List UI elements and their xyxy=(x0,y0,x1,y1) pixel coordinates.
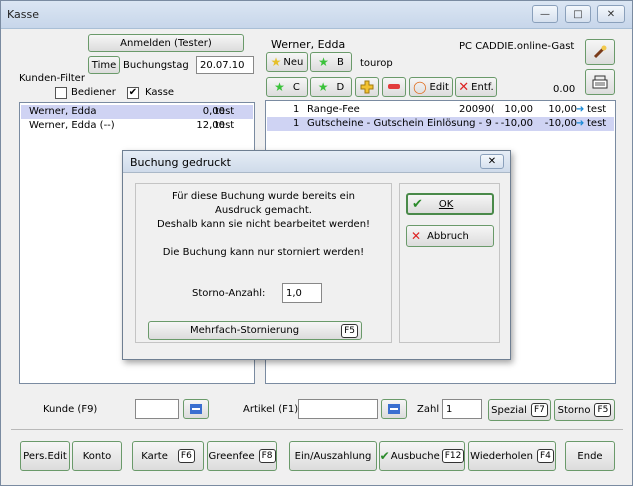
customer-user: test xyxy=(215,120,235,131)
dialog-actions-panel: ✔ OK ✕ Abbruch xyxy=(399,183,500,343)
delete-button[interactable]: ✕ Entf. xyxy=(455,77,497,97)
storno-count-label: Storno-Anzahl: xyxy=(192,288,266,299)
bediener-label: Bediener xyxy=(71,87,116,98)
customer-name: Werner, Edda (--) xyxy=(29,120,115,131)
message-line: Ausdruck gemacht. xyxy=(215,205,312,216)
artikel-label: Artikel (F1) xyxy=(243,404,299,415)
customer-filter-label: Kunden-Filter xyxy=(19,73,85,84)
kasse-checkbox[interactable]: ✔ xyxy=(127,87,139,99)
window-title: Kasse xyxy=(7,8,39,21)
minimize-icon: — xyxy=(540,8,550,20)
customer-row[interactable]: Werner, Edda (--) 12,00 test xyxy=(21,119,253,133)
system-name: PC CADDIE.online-Gast xyxy=(459,41,575,52)
arrow-right-icon: ➜ xyxy=(576,104,585,115)
checkmark-icon: ✔ xyxy=(379,449,390,463)
konto-button[interactable]: Konto xyxy=(72,441,122,471)
abbruch-button[interactable]: ✕ Abbruch xyxy=(406,225,494,247)
storno-count-input[interactable]: 1,0 xyxy=(282,283,322,303)
zahl-label: Zahl xyxy=(417,404,440,415)
kasse-label: Kasse xyxy=(145,87,175,98)
spezial-button[interactable]: Spezial F7 xyxy=(488,399,551,421)
kunde-input[interactable] xyxy=(135,399,179,419)
pers-edit-button[interactable]: Pers.Edit xyxy=(20,441,70,471)
close-icon: ✕ xyxy=(487,156,497,167)
c-button[interactable]: ★ C xyxy=(266,77,308,97)
bediener-checkbox[interactable] xyxy=(55,87,67,99)
message-line: Deshalb kann sie nicht bearbeitet werden… xyxy=(156,219,371,230)
minimize-button[interactable]: — xyxy=(532,5,558,23)
close-button[interactable]: ✕ xyxy=(597,5,625,23)
artikel-input[interactable] xyxy=(298,399,378,419)
x-delete-icon: ✕ xyxy=(458,79,470,95)
edit-circle-icon: ◯ xyxy=(413,80,427,94)
wand-button[interactable] xyxy=(585,39,615,65)
customer-row[interactable]: Werner, Edda 0,00 test xyxy=(21,105,253,119)
message-line: Für diese Buchung wurde bereits ein xyxy=(172,191,355,202)
mehrfach-stornierung-button[interactable]: Mehrfach-Stornierung F5 xyxy=(148,321,362,340)
title-bar: Kasse — □ ✕ xyxy=(1,1,632,29)
maximize-button[interactable]: □ xyxy=(565,5,591,23)
star-icon: ★ xyxy=(270,55,282,69)
maximize-icon: □ xyxy=(573,8,583,20)
booking-row[interactable]: 1 Gutscheine - Gutschein Einlösung - 9 -… xyxy=(267,117,614,131)
login-button[interactable]: Anmelden (Tester) xyxy=(88,34,244,52)
storno-button[interactable]: Storno F5 xyxy=(554,399,615,421)
ok-button[interactable]: ✔ OK xyxy=(406,193,494,215)
total-amount: 0.00 xyxy=(553,84,576,95)
plus-icon xyxy=(360,80,374,94)
dialog-message-panel: Für diese Buchung wurde bereits ein Ausd… xyxy=(135,183,392,343)
star-icon: ★ xyxy=(318,55,329,69)
ein-auszahlung-button[interactable]: Ein/Auszahlung xyxy=(289,441,377,471)
greenfee-button[interactable]: Greenfee F8 xyxy=(207,441,277,471)
checkmark-icon: ✔ xyxy=(412,196,423,212)
current-customer-name: Werner, Edda xyxy=(271,38,346,51)
neu-button[interactable]: ★ Neu xyxy=(266,52,308,72)
booking-day-label: Buchungstag xyxy=(123,60,189,71)
minus-icon xyxy=(388,84,400,89)
divider xyxy=(11,429,623,430)
booking-row[interactable]: 1 Range-Fee 20090( 10,00 10,00 ➜ test xyxy=(267,103,614,117)
lookup-icon xyxy=(190,404,202,414)
ende-button[interactable]: Ende xyxy=(565,441,615,471)
kasse-window: Kasse — □ ✕ Anmelden (Tester) Time Buchu… xyxy=(0,0,633,486)
booking-day-input[interactable]: 20.07.10 xyxy=(196,56,254,74)
dialog-title: Buchung gedruckt xyxy=(130,156,231,169)
kunde-lookup-button[interactable] xyxy=(183,399,209,419)
receipt-printer-icon xyxy=(592,75,608,89)
dialog-close-button[interactable]: ✕ xyxy=(480,154,504,169)
kunde-label: Kunde (F9) xyxy=(43,404,98,415)
zahl-input[interactable]: 1 xyxy=(442,399,482,419)
dialog-title-bar: Buchung gedruckt ✕ xyxy=(123,151,510,173)
edit-button[interactable]: ◯ Edit xyxy=(409,77,453,97)
star-icon: ★ xyxy=(274,80,285,94)
d-button[interactable]: ★ D xyxy=(310,77,352,97)
customer-user: test xyxy=(215,106,235,117)
arrow-right-icon: ➜ xyxy=(576,118,585,129)
wiederholen-button[interactable]: Wiederholen F4 xyxy=(468,441,556,471)
checkmark-icon: ✔ xyxy=(128,87,138,98)
karte-button[interactable]: Karte F6 xyxy=(132,441,204,471)
receipt-button[interactable] xyxy=(585,69,615,95)
remove-button[interactable] xyxy=(382,77,406,97)
magic-wand-icon xyxy=(593,45,607,59)
x-cancel-icon: ✕ xyxy=(411,229,422,243)
lookup-icon xyxy=(388,404,400,414)
ausbuchen-button[interactable]: ✔ Ausbuche F12 xyxy=(379,441,465,471)
customer-name: Werner, Edda xyxy=(29,106,97,117)
close-icon: ✕ xyxy=(606,8,616,20)
message-line: Die Buchung kann nur storniert werden! xyxy=(162,247,365,258)
b-button[interactable]: ★ B xyxy=(310,52,352,72)
time-button[interactable]: Time xyxy=(88,56,120,74)
artikel-lookup-button[interactable] xyxy=(381,399,407,419)
tourop-label: tourop xyxy=(360,58,393,69)
add-button[interactable] xyxy=(355,77,379,97)
star-icon: ★ xyxy=(317,80,329,94)
buchung-gedruckt-dialog: Buchung gedruckt ✕ Für diese Buchung wur… xyxy=(122,150,511,360)
